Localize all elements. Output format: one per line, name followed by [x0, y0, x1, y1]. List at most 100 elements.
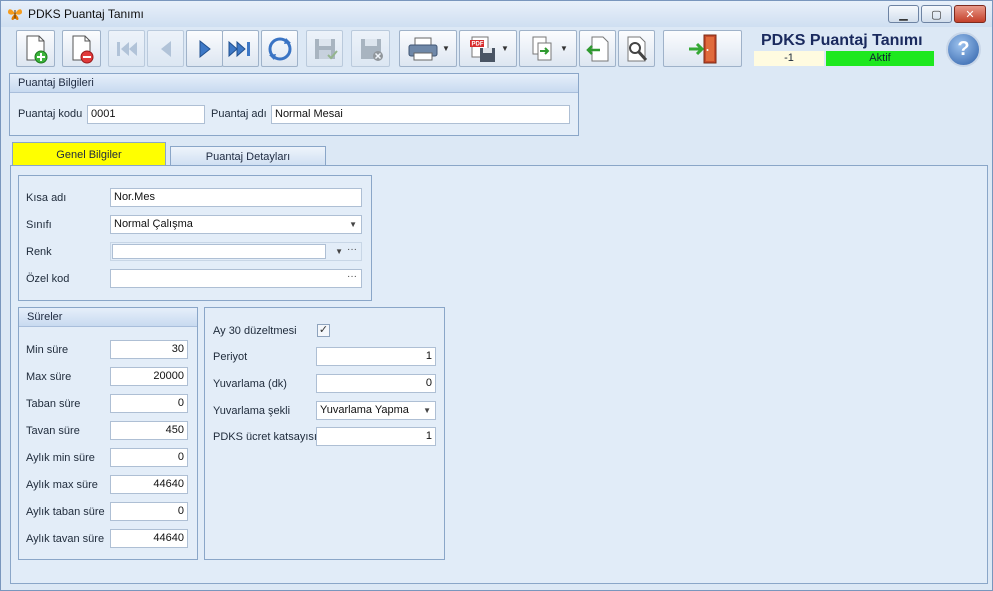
- special-code-input[interactable]: ···: [110, 269, 362, 288]
- general-info-panel: Kısa adı Nor.Mes Sınıfı Normal Çalışma ▼…: [18, 175, 372, 301]
- class-label: Sınıfı: [26, 219, 52, 231]
- short-name-input[interactable]: Nor.Mes: [110, 188, 362, 207]
- last-record-icon: [228, 40, 250, 57]
- record-id-badge: -1: [754, 51, 824, 66]
- ellipsis-icon[interactable]: ···: [347, 243, 357, 258]
- refresh-icon: [268, 37, 291, 60]
- next-record-button[interactable]: [186, 30, 223, 67]
- new-document-icon: [26, 35, 47, 63]
- short-name-label: Kısa adı: [26, 192, 67, 204]
- cancel-save-button[interactable]: [351, 30, 390, 67]
- puantaj-code-label: Puantaj kodu: [18, 108, 83, 120]
- puantaj-name-input[interactable]: Normal Mesai: [271, 105, 570, 124]
- period-label: Periyot: [213, 351, 248, 363]
- duration-input[interactable]: 0: [110, 502, 188, 521]
- first-record-icon: [116, 41, 137, 56]
- main-window: PDKS Puantaj Tanımı ▁ ▢ ✕ ▼ PDF ▼ ▼ PDKS…: [0, 0, 993, 591]
- chevron-down-icon: ▼: [501, 44, 509, 53]
- chevron-down-icon: ▼: [442, 44, 450, 53]
- import-back-button[interactable]: [579, 30, 616, 67]
- rounding-label: Yuvarlama (dk): [213, 378, 287, 390]
- tools-icon: [627, 36, 647, 61]
- svg-text:PDF: PDF: [472, 41, 484, 47]
- rounding-type-label: Yuvarlama şekli: [213, 405, 291, 417]
- new-record-button[interactable]: [16, 30, 55, 67]
- previous-record-button[interactable]: [147, 30, 184, 67]
- duration-label: Aylık taban süre: [26, 506, 105, 518]
- wage-factor-input[interactable]: 1: [316, 427, 436, 446]
- month-30-checkbox[interactable]: ✓: [317, 324, 330, 337]
- back-import-icon: [585, 36, 608, 61]
- rounding-type-value: Yuvarlama Yapma: [320, 404, 409, 416]
- maximize-button[interactable]: ▢: [921, 5, 952, 23]
- duration-label: Aylık min süre: [26, 452, 95, 464]
- butterfly-icon: [8, 9, 22, 20]
- rounding-input[interactable]: 0: [316, 374, 436, 393]
- duration-label: Aylık max süre: [26, 479, 98, 491]
- duration-input[interactable]: 0: [110, 448, 188, 467]
- title-bar: PDKS Puantaj Tanımı ▁ ▢ ✕: [1, 1, 992, 27]
- cancel-save-icon: [360, 38, 383, 61]
- panel-heading: Puantaj Bilgileri: [10, 74, 578, 93]
- exit-button[interactable]: [663, 30, 742, 67]
- duration-input[interactable]: 30: [110, 340, 188, 359]
- duration-label: Max süre: [26, 371, 72, 383]
- rounding-type-select[interactable]: Yuvarlama Yapma ▼: [316, 401, 436, 420]
- color-label: Renk: [26, 246, 52, 258]
- print-icon: [408, 37, 438, 60]
- settings-button[interactable]: [618, 30, 655, 67]
- save-button[interactable]: [306, 30, 343, 67]
- last-record-button[interactable]: [222, 30, 259, 67]
- next-record-icon: [199, 39, 211, 58]
- status-badge: Aktif: [826, 51, 934, 66]
- puantaj-info-panel: Puantaj Bilgileri Puantaj kodu 0001 Puan…: [9, 73, 579, 136]
- puantaj-name-label: Puantaj adı: [211, 108, 267, 120]
- refresh-button[interactable]: [261, 30, 298, 67]
- durations-panel: Süreler Min süre 30 Max süre 20000 Taban…: [18, 307, 198, 560]
- duration-input[interactable]: 0: [110, 394, 188, 413]
- duration-label: Min süre: [26, 344, 69, 356]
- first-record-button[interactable]: [108, 30, 145, 67]
- settings-panel: Ay 30 düzeltmesi ✓ Periyot 1 Yuvarlama (…: [204, 307, 445, 560]
- wage-factor-label: PDKS ücret katsayısı: [213, 431, 317, 443]
- chevron-down-icon[interactable]: ▼: [349, 216, 357, 233]
- duration-input[interactable]: 450: [110, 421, 188, 440]
- export-pdf-button[interactable]: PDF ▼: [459, 30, 517, 67]
- chevron-down-icon[interactable]: ▼: [335, 243, 343, 260]
- tab-content: Kısa adı Nor.Mes Sınıfı Normal Çalışma ▼…: [10, 165, 988, 584]
- print-button[interactable]: ▼: [399, 30, 457, 67]
- save-icon: [314, 38, 338, 59]
- previous-record-icon: [160, 40, 171, 57]
- special-code-label: Özel kod: [26, 273, 70, 285]
- minimize-button[interactable]: ▁: [888, 5, 919, 23]
- toolbar: ▼ PDF ▼ ▼ PDKS Puantaj Tanımı -1 Aktif ?: [1, 27, 992, 71]
- month-30-label: Ay 30 düzeltmesi: [213, 325, 297, 337]
- page-title: PDKS Puantaj Tanımı: [761, 32, 923, 49]
- color-picker[interactable]: ▼ ···: [110, 242, 362, 261]
- tab-genel-bilgiler[interactable]: Genel Bilgiler: [12, 142, 166, 166]
- copy-pages-button[interactable]: ▼: [519, 30, 577, 67]
- window-title: PDKS Puantaj Tanımı: [28, 7, 144, 21]
- chevron-down-icon[interactable]: ▼: [423, 402, 431, 419]
- ellipsis-icon[interactable]: ···: [347, 270, 357, 285]
- delete-document-icon: [72, 35, 93, 63]
- puantaj-code-input[interactable]: 0001: [87, 105, 205, 124]
- export-pdf-icon: PDF: [470, 36, 496, 62]
- panel-heading: Süreler: [19, 308, 197, 327]
- tab-puantaj-detaylari[interactable]: Puantaj Detayları: [170, 146, 326, 166]
- help-icon[interactable]: ?: [946, 32, 981, 67]
- exit-door-icon: [688, 34, 716, 63]
- chevron-down-icon: ▼: [560, 44, 568, 53]
- duration-input[interactable]: 44640: [110, 529, 188, 548]
- delete-record-button[interactable]: [62, 30, 101, 67]
- duration-input[interactable]: 20000: [110, 367, 188, 386]
- period-input[interactable]: 1: [316, 347, 436, 366]
- duration-input[interactable]: 44640: [110, 475, 188, 494]
- duration-label: Aylık tavan süre: [26, 533, 105, 545]
- duration-label: Tavan süre: [26, 425, 80, 437]
- duration-label: Taban süre: [26, 398, 81, 410]
- close-button[interactable]: ✕: [954, 5, 986, 23]
- color-swatch[interactable]: [112, 244, 326, 259]
- class-select-value: Normal Çalışma: [114, 218, 193, 230]
- class-select[interactable]: Normal Çalışma ▼: [110, 215, 362, 234]
